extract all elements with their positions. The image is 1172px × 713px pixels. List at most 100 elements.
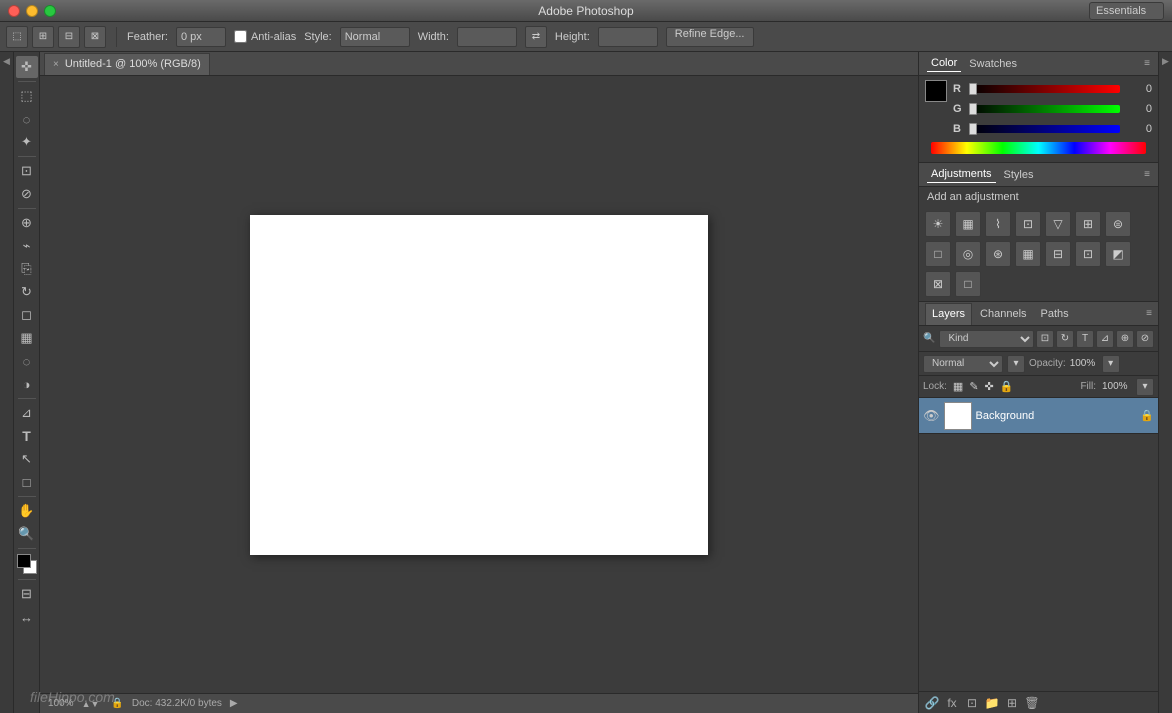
canvas-viewport[interactable]	[40, 76, 918, 693]
r-slider[interactable]	[969, 85, 1120, 93]
foreground-color[interactable]	[17, 554, 31, 568]
curves-adj[interactable]: ⌇	[985, 211, 1011, 237]
color-swatch[interactable]	[17, 554, 37, 574]
screen-mode-btn[interactable]: ↔	[16, 606, 38, 628]
close-button[interactable]	[8, 5, 20, 17]
tab-layers[interactable]: Layers	[925, 303, 972, 325]
antialias-group[interactable]: Anti-alias	[234, 30, 296, 43]
status-arrow[interactable]: ▶	[230, 698, 238, 709]
new-selection-btn[interactable]: ⬚	[6, 26, 28, 48]
hsl-adj[interactable]: ⊞	[1075, 211, 1101, 237]
tab-paths[interactable]: Paths	[1035, 303, 1075, 325]
exposure-adj[interactable]: ⊡	[1015, 211, 1041, 237]
levels-adj[interactable]: ▦	[955, 211, 981, 237]
refine-edge-btn[interactable]: Refine Edge...	[666, 27, 754, 47]
tab-swatches[interactable]: Swatches	[965, 56, 1021, 72]
dodge-tool[interactable]: ◑	[16, 373, 38, 395]
document-tab[interactable]: × Untitled-1 @ 100% (RGB/8)	[44, 53, 210, 75]
pen-tool[interactable]: ⊿	[16, 402, 38, 424]
threshold-adj[interactable]: ◩	[1105, 241, 1131, 267]
width-input[interactable]	[457, 27, 517, 47]
type-tool[interactable]: T	[16, 425, 38, 447]
layer-filter-shape[interactable]: ⊿	[1096, 330, 1114, 348]
layer-item-background[interactable]: 👁 Background 🔒	[919, 398, 1158, 434]
layer-filter-text[interactable]: T	[1076, 330, 1094, 348]
fill-value[interactable]: 100%	[1102, 381, 1130, 392]
color-balance-adj[interactable]: ⊜	[1105, 211, 1131, 237]
antialias-checkbox[interactable]	[234, 30, 247, 43]
link-layers-btn[interactable]: 🔗	[923, 694, 941, 712]
zoom-tool[interactable]: 🔍	[16, 523, 38, 545]
g-slider[interactable]	[969, 105, 1120, 113]
selective-color-adj[interactable]: □	[955, 271, 981, 297]
photo-filter-adj[interactable]: ◎	[955, 241, 981, 267]
brush-tool[interactable]: ⌁	[16, 235, 38, 257]
tab-color[interactable]: Color	[927, 55, 961, 72]
height-input[interactable]	[598, 27, 658, 47]
lock-move-icon[interactable]: ✜	[985, 380, 994, 393]
maximize-button[interactable]	[44, 5, 56, 17]
color-panel-collapse[interactable]: ≡	[1144, 58, 1150, 69]
layer-visibility-icon[interactable]: 👁	[923, 408, 940, 424]
new-layer-btn[interactable]: ⊞	[1003, 694, 1021, 712]
lock-all-icon[interactable]: 🔒	[1000, 380, 1014, 393]
opacity-arrow[interactable]: ▾	[1102, 355, 1120, 373]
layer-mask-btn[interactable]: ⊡	[963, 694, 981, 712]
intersect-selection-btn[interactable]: ⊠	[84, 26, 106, 48]
delete-layer-btn[interactable]: 🗑	[1023, 694, 1041, 712]
color-lookup-adj[interactable]: ▦	[1015, 241, 1041, 267]
tab-channels[interactable]: Channels	[974, 303, 1032, 325]
color-preview-swatch[interactable]	[925, 80, 947, 102]
hand-tool[interactable]: ✋	[16, 500, 38, 522]
feather-input[interactable]	[176, 27, 226, 47]
style-select[interactable]: Normal	[340, 27, 410, 47]
shape-tool[interactable]: □	[16, 471, 38, 493]
add-selection-btn[interactable]: ⊞	[32, 26, 54, 48]
channel-mixer-adj[interactable]: ⊛	[985, 241, 1011, 267]
eraser-tool[interactable]: ◻	[16, 304, 38, 326]
magic-wand-tool[interactable]: ✦	[16, 131, 38, 153]
zoom-arrows[interactable]: ▲▼	[82, 699, 100, 709]
tab-styles[interactable]: Styles	[1000, 167, 1038, 183]
canvas[interactable]	[250, 215, 708, 555]
gradient-tool[interactable]: ▦	[16, 327, 38, 349]
vibrance-adj[interactable]: ▽	[1045, 211, 1071, 237]
adjustments-collapse[interactable]: ≡	[1144, 169, 1150, 180]
rectangular-marquee-tool[interactable]: ⬚	[16, 85, 38, 107]
right-panel-collapse[interactable]: ▶	[1158, 52, 1172, 713]
crop-tool[interactable]: ⊡	[16, 160, 38, 182]
brightness-contrast-adj[interactable]: ☀	[925, 211, 951, 237]
lock-position-icon[interactable]: ✎	[969, 380, 978, 393]
layer-filter-adj[interactable]: ↻	[1056, 330, 1074, 348]
posterize-adj[interactable]: ⊡	[1075, 241, 1101, 267]
left-panel-collapse[interactable]: ◀	[0, 52, 14, 713]
subtract-selection-btn[interactable]: ⊟	[58, 26, 80, 48]
lock-pixels-icon[interactable]: ▦	[953, 380, 963, 393]
bw-adj[interactable]: □	[925, 241, 951, 267]
blur-tool[interactable]: ◌	[16, 350, 38, 372]
layers-collapse[interactable]: ≡	[1146, 308, 1152, 319]
invert-adj[interactable]: ⊟	[1045, 241, 1071, 267]
fill-arrow[interactable]: ▾	[1136, 378, 1154, 396]
layer-filter-toggle[interactable]: ⊘	[1136, 330, 1154, 348]
layer-filter-pixel[interactable]: ⊡	[1036, 330, 1054, 348]
opacity-value[interactable]: 100%	[1070, 358, 1098, 369]
history-brush-tool[interactable]: ↻	[16, 281, 38, 303]
gradient-map-adj[interactable]: ⊠	[925, 271, 951, 297]
swap-dimensions-btn[interactable]: ⇄	[525, 26, 547, 48]
quick-mask-tool[interactable]: ⊟	[16, 583, 38, 605]
lasso-tool[interactable]: ◌	[16, 108, 38, 130]
b-slider[interactable]	[969, 125, 1120, 133]
eyedropper-tool[interactable]: ⊘	[16, 183, 38, 205]
new-group-btn[interactable]: 📁	[983, 694, 1001, 712]
clone-stamp-tool[interactable]: ⎘	[16, 258, 38, 280]
layers-kind-select[interactable]: Kind	[939, 330, 1034, 348]
workspace-select[interactable]: Essentials	[1089, 2, 1164, 20]
layer-style-btn[interactable]: fx	[943, 694, 961, 712]
healing-brush-tool[interactable]: ⊕	[16, 212, 38, 234]
move-tool[interactable]: ✜	[16, 56, 38, 78]
tab-adjustments[interactable]: Adjustments	[927, 166, 996, 183]
blend-mode-select[interactable]: Normal	[923, 355, 1003, 373]
layer-filter-smart[interactable]: ⊕	[1116, 330, 1134, 348]
minimize-button[interactable]	[26, 5, 38, 17]
